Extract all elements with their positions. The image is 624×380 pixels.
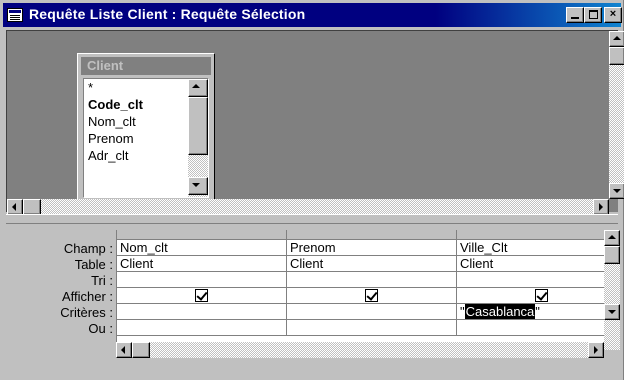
maximize-icon — [589, 10, 598, 19]
design-grid: Nom_clt Client Prenom Client Ville_Clt C… — [116, 230, 605, 350]
grid-scroll-right-icon[interactable] — [588, 342, 604, 358]
grid-vscroll-thumb[interactable] — [604, 246, 620, 264]
grid-vscroll[interactable] — [604, 230, 620, 350]
column-selector[interactable] — [117, 230, 287, 240]
row-label-criteres: Critères : — [60, 305, 113, 320]
grid-cell-table[interactable]: Client — [117, 256, 287, 272]
row-label-table: Table : — [74, 257, 113, 272]
field-list-scroll-down-icon[interactable] — [188, 177, 208, 195]
grid-cell-tri[interactable] — [287, 272, 457, 288]
show-checkbox[interactable] — [195, 289, 208, 302]
grid-cell-ou[interactable] — [117, 320, 287, 336]
client-field-list[interactable]: Client * Code_clt Nom_clt Prenom Adr_clt — [77, 53, 215, 203]
show-checkbox[interactable] — [365, 289, 378, 302]
grid-cell-tri[interactable] — [457, 272, 605, 288]
field-item-adr-clt[interactable]: Adr_clt — [88, 147, 128, 164]
close-button[interactable]: × — [604, 7, 622, 23]
field-item-code-clt[interactable]: Code_clt — [88, 96, 143, 113]
criteria-selected-text[interactable]: Casablanca — [464, 304, 536, 319]
table-pane-vscroll[interactable] — [609, 31, 624, 199]
show-checkbox[interactable] — [535, 289, 548, 302]
field-item-all[interactable]: * — [88, 79, 93, 96]
maximize-button[interactable] — [584, 7, 602, 23]
table-pane-scroll-left-icon[interactable] — [7, 199, 23, 215]
field-item-nom-clt[interactable]: Nom_clt — [88, 113, 136, 130]
grid-cell-champ[interactable]: Nom_clt — [117, 240, 287, 256]
grid-cell-afficher[interactable] — [287, 288, 457, 304]
grid-cell-criteres[interactable]: "Casablanca" — [457, 304, 605, 320]
grid-cell-ou[interactable] — [457, 320, 605, 336]
grid-cell-champ[interactable]: Prenom — [287, 240, 457, 256]
grid-cell-champ[interactable]: Ville_Clt — [457, 240, 605, 256]
grid-cell-ou[interactable] — [287, 320, 457, 336]
column-selector[interactable] — [457, 230, 605, 240]
field-item-prenom[interactable]: Prenom — [88, 130, 134, 147]
grid-hscroll-thumb[interactable] — [132, 342, 150, 358]
field-list-box: * Code_clt Nom_clt Prenom Adr_clt — [83, 78, 209, 198]
row-label-tri: Tri : — [91, 273, 113, 288]
criteria-quote-close: " — [535, 304, 540, 319]
minimize-icon — [571, 17, 579, 19]
grid-scroll-down-icon[interactable] — [604, 304, 620, 320]
table-pane-hscroll-thumb[interactable] — [23, 199, 41, 215]
table-pane-scroll-up-icon[interactable] — [609, 31, 624, 47]
row-label-ou: Ou : — [88, 321, 113, 336]
close-icon: × — [609, 8, 617, 20]
grid-cell-table[interactable]: Client — [287, 256, 457, 272]
table-pane-vscroll-thumb[interactable] — [609, 47, 624, 65]
field-list-title[interactable]: Client — [81, 57, 211, 75]
table-pane-scroll-right-icon[interactable] — [593, 199, 609, 215]
query-design-window: Requête Liste Client : Requête Sélection… — [0, 0, 624, 380]
title-bar[interactable]: Requête Liste Client : Requête Sélection… — [3, 3, 622, 27]
table-pane-scroll-down-icon[interactable] — [609, 183, 624, 199]
grid-cell-afficher[interactable] — [117, 288, 287, 304]
row-label-champ: Champ : — [63, 241, 113, 256]
row-label-afficher: Afficher : — [61, 289, 113, 304]
query-window-icon[interactable] — [7, 8, 23, 22]
criteria-quote-open: " — [460, 304, 465, 319]
grid-scroll-up-icon[interactable] — [604, 230, 620, 246]
grid-cell-afficher[interactable] — [457, 288, 605, 304]
table-pane-hscroll[interactable] — [7, 199, 609, 215]
grid-scroll-left-icon[interactable] — [116, 342, 132, 358]
minimize-button[interactable] — [566, 7, 584, 23]
grid-cell-tri[interactable] — [117, 272, 287, 288]
field-list-scroll-up-icon[interactable] — [188, 79, 208, 97]
window-title: Requête Liste Client : Requête Sélection — [29, 6, 306, 22]
column-selector[interactable] — [287, 230, 457, 240]
grid-hscroll[interactable] — [116, 342, 604, 358]
grid-cell-criteres[interactable] — [287, 304, 457, 320]
field-list-scrollbar[interactable] — [188, 79, 208, 197]
table-pane: Client * Code_clt Nom_clt Prenom Adr_clt — [6, 30, 624, 215]
design-grid-pane: Champ : Table : Tri : Afficher : Critère… — [6, 224, 620, 374]
field-list-scroll-thumb[interactable] — [188, 97, 208, 155]
pane-splitter[interactable] — [6, 214, 618, 224]
grid-cell-table[interactable]: Client — [457, 256, 605, 272]
grid-cell-criteres[interactable] — [117, 304, 287, 320]
